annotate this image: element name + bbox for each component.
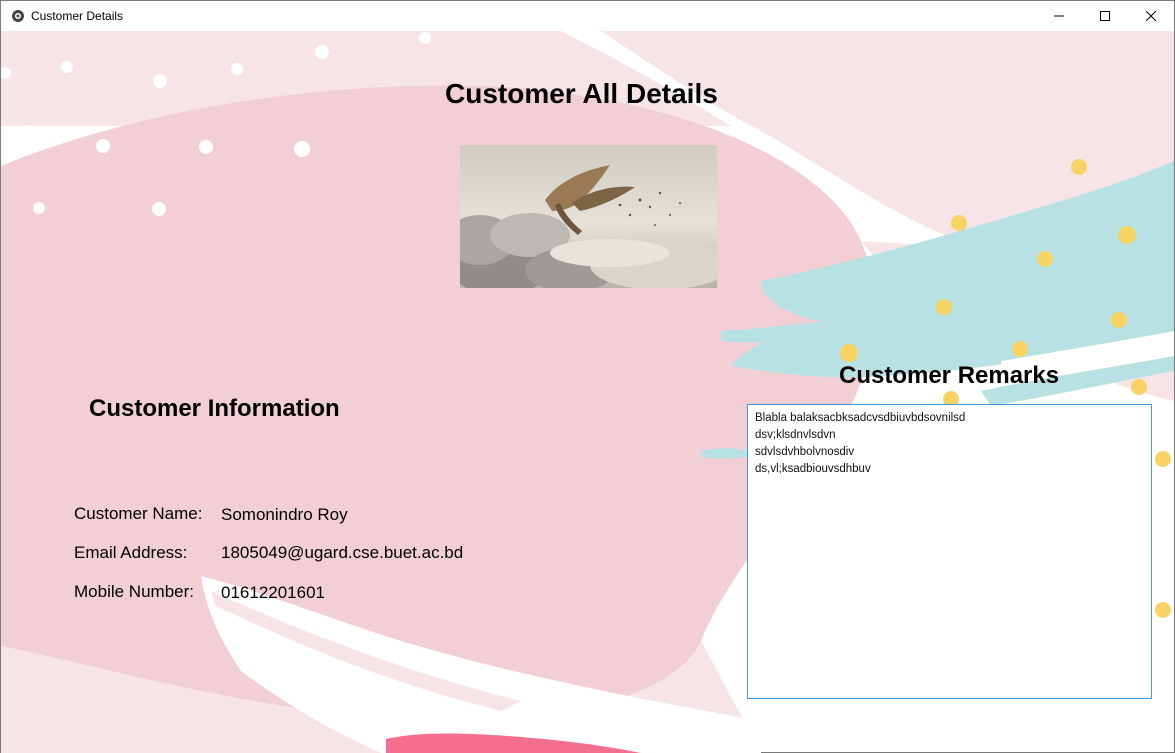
close-button[interactable] [1128,1,1174,31]
app-icon [11,9,25,23]
remarks-line: Blabla balaksacbksadcvsdbiuvbdsovnilsd [755,412,966,424]
minimize-button[interactable] [1036,1,1082,31]
customer-information-heading: Customer Information [89,395,340,422]
window-title: Customer Details [31,9,124,23]
customer-name-label: Customer Name: [74,504,203,523]
maximize-button[interactable] [1082,1,1128,31]
customer-photo [445,145,730,295]
minimize-icon [1054,15,1064,17]
close-icon [1146,11,1156,21]
remarks-line: dsv;klsdnvlsdvn [755,429,836,441]
maximize-icon [1100,11,1110,21]
remarks-line: ds,vl;ksadbiouvsdhbuv [755,463,871,475]
mobile-number-label: Mobile Number: [74,582,194,601]
email-address-value: 1805049@ugard.cse.buet.ac.bd [221,543,464,562]
page-title: Customer All Details [445,78,718,109]
remarks-textarea[interactable]: Blabla balaksacbksadcvsdbiuvbdsovnilsd d… [747,404,1152,699]
remarks-line: sdvlsdvhbolvnosdiv [755,446,855,458]
mobile-number-value: 01612201601 [221,583,326,602]
customer-details-window: Customer Details Customer All Details Cu… [0,0,1175,753]
flying-person-clouds-image-icon [445,145,730,295]
customer-name-value: Somonindro Roy [221,505,348,524]
customer-remarks-heading: Customer Remarks [839,362,1060,389]
content-area: Customer All Details Customer Informatio… [1,31,1174,753]
title-bar[interactable]: Customer Details [1,1,1174,31]
email-address-label: Email Address: [74,543,188,562]
